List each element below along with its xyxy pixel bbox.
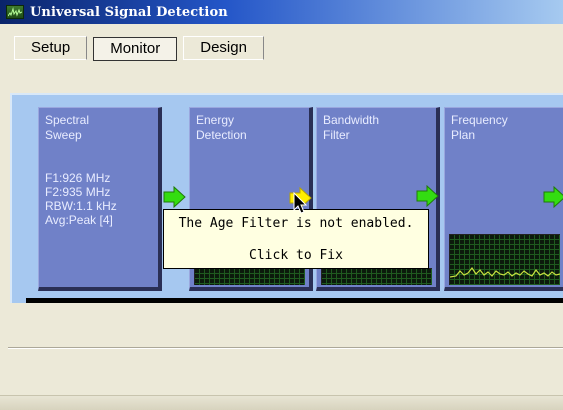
click-to-fix-link[interactable]: Click to Fix [164, 248, 428, 263]
detail-f1: F1:926 MHz [45, 171, 111, 185]
mouse-cursor-icon [293, 192, 308, 214]
separator [8, 347, 563, 349]
title-bar[interactable]: Universal Signal Detection [0, 0, 563, 24]
block-title: Spectral Sweep [45, 113, 90, 142]
tab-bar: Setup Monitor Design [14, 31, 264, 65]
green-arrow-icon [416, 185, 439, 207]
green-arrow-icon [163, 186, 186, 208]
detail-avg: Avg:Peak [4] [45, 213, 113, 227]
detail-rbw: RBW:1.1 kHz [45, 199, 117, 213]
block-title: Bandwidth Filter [323, 113, 380, 142]
tab-monitor[interactable]: Monitor [93, 37, 178, 61]
tooltip-message: The Age Filter is not enabled. [178, 216, 414, 231]
status-bar [0, 395, 563, 410]
panel-shadow [26, 298, 563, 303]
window-title: Universal Signal Detection [30, 4, 228, 20]
block-title: Frequency Plan [451, 113, 508, 142]
spectral-sweep-block[interactable]: Spectral Sweep F1:926 MHz F2:935 MHz RBW… [38, 107, 162, 291]
frequency-plan-display [449, 234, 561, 285]
energy-display [194, 268, 305, 285]
spectrum-trace [449, 266, 561, 278]
tab-setup[interactable]: Setup [14, 36, 88, 60]
block-title: Energy Detection [196, 113, 247, 142]
spectrum-app-icon [6, 5, 24, 19]
detail-f2: F2:935 MHz [45, 185, 111, 199]
sweep-details: F1:926 MHz F2:935 MHz RBW:1.1 kHz Avg:Pe… [45, 171, 117, 227]
bandwidth-display [321, 268, 432, 285]
tab-design[interactable]: Design [183, 36, 264, 60]
green-arrow-icon [543, 186, 563, 208]
age-filter-tooltip[interactable]: The Age Filter is not enabled. Click to … [163, 209, 429, 269]
